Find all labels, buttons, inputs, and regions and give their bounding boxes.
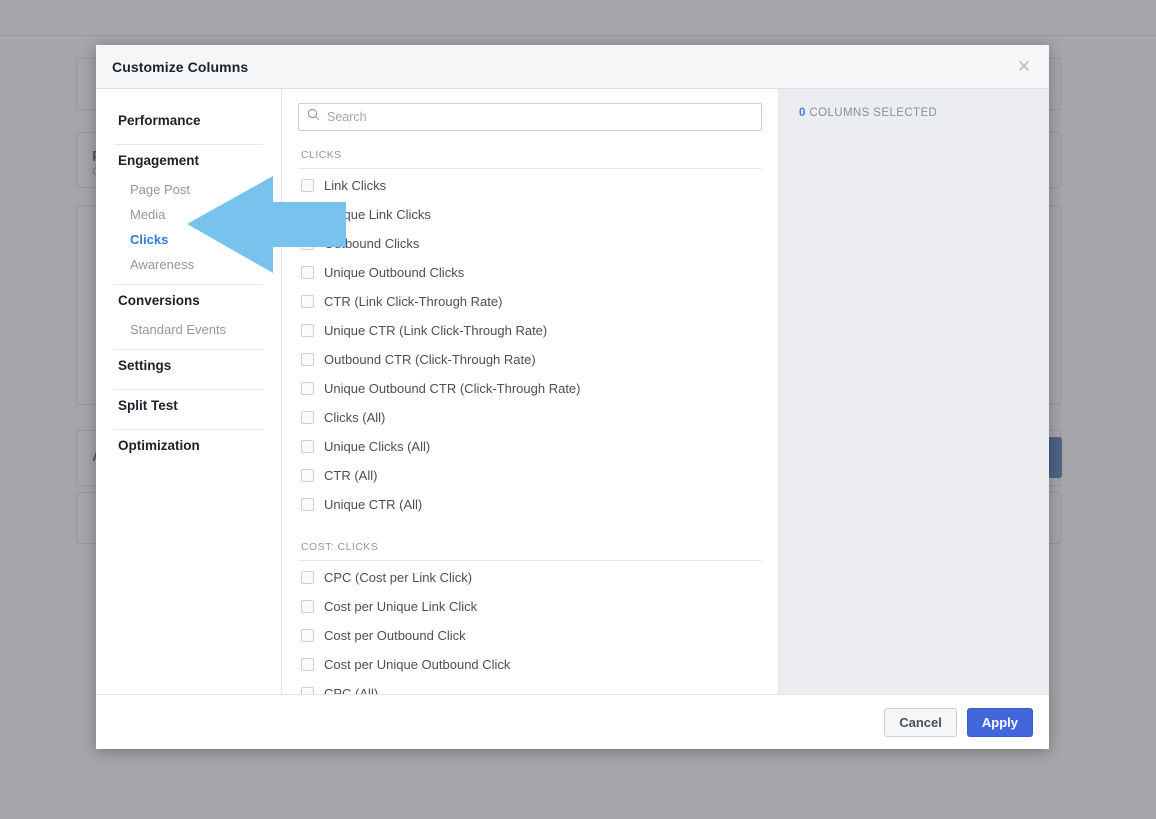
sidebar-group-settings: Settings [96, 350, 281, 382]
option-label: CPC (All) [324, 686, 379, 694]
checkbox-icon[interactable] [301, 324, 314, 337]
checkbox-icon[interactable] [301, 687, 314, 694]
sidebar-item-media[interactable]: Media [114, 202, 263, 227]
checkbox-icon[interactable] [301, 295, 314, 308]
sidebar-item-performance[interactable]: Performance [114, 105, 263, 137]
apply-button[interactable]: Apply [966, 707, 1033, 737]
option-row[interactable]: Unique CTR (Link Click-Through Rate) [298, 316, 762, 345]
selected-count-text: COLUMNS SELECTED [809, 107, 938, 119]
option-label: CTR (All) [324, 468, 378, 483]
option-label: Unique CTR (All) [324, 497, 423, 512]
option-label: Cost per Unique Outbound Click [324, 657, 511, 672]
sidebar-item-settings[interactable]: Settings [114, 350, 263, 382]
dialog-title: Customize Columns [112, 58, 249, 75]
checkbox-icon[interactable] [301, 208, 314, 221]
checkbox-icon[interactable] [301, 571, 314, 584]
checkbox-icon[interactable] [301, 658, 314, 671]
selected-count-number: 0 [799, 107, 806, 119]
checkbox-icon[interactable] [301, 600, 314, 613]
checkbox-icon[interactable] [301, 469, 314, 482]
option-row[interactable]: Cost per Unique Link Click [298, 592, 762, 621]
checkbox-icon[interactable] [301, 411, 314, 424]
option-list[interactable]: CLICKS Link Clicks Unique Link Clicks Ou… [282, 143, 778, 694]
category-sidebar: Performance Engagement Page Post Media C… [96, 89, 282, 694]
sidebar-group-conversions: Conversions Standard Events [96, 285, 281, 342]
selected-count-label: 0 COLUMNS SELECTED [799, 107, 1049, 119]
sidebar-item-clicks[interactable]: Clicks [114, 227, 263, 252]
option-row[interactable]: CPC (All) [298, 679, 762, 694]
option-row[interactable]: Link Clicks [298, 171, 762, 200]
option-label: Unique Outbound Clicks [324, 265, 465, 280]
option-row[interactable]: Unique Outbound CTR (Click-Through Rate) [298, 374, 762, 403]
option-label: Cost per Unique Link Click [324, 599, 478, 614]
customize-columns-dialog: Customize Columns ✕ Performance Engageme… [96, 45, 1049, 749]
sidebar-item-engagement[interactable]: Engagement [114, 145, 263, 177]
option-row[interactable]: Unique Clicks (All) [298, 432, 762, 461]
sidebar-item-awareness[interactable]: Awareness [114, 252, 263, 277]
option-label: Outbound Clicks [324, 236, 420, 251]
option-row[interactable]: CTR (All) [298, 461, 762, 490]
checkbox-icon[interactable] [301, 266, 314, 279]
option-row[interactable]: Clicks (All) [298, 403, 762, 432]
dialog-header: Customize Columns ✕ [96, 45, 1049, 89]
option-row[interactable]: Unique Outbound Clicks [298, 258, 762, 287]
option-row[interactable]: Unique CTR (All) [298, 490, 762, 519]
option-label: Unique Clicks (All) [324, 439, 431, 454]
checkbox-icon[interactable] [301, 498, 314, 511]
section-header-clicks: CLICKS [298, 143, 762, 169]
selected-columns-panel: 0 COLUMNS SELECTED [779, 89, 1049, 694]
sidebar-item-page-post[interactable]: Page Post [114, 177, 263, 202]
cancel-button[interactable]: Cancel [884, 707, 957, 737]
option-label: CPC (Cost per Link Click) [324, 570, 473, 585]
option-label: Link Clicks [324, 178, 387, 193]
column-list-panel: CLICKS Link Clicks Unique Link Clicks Ou… [282, 89, 779, 694]
search-box[interactable] [298, 103, 762, 131]
sidebar-group-engagement: Engagement Page Post Media Clicks Awaren… [96, 145, 281, 277]
checkbox-icon[interactable] [301, 629, 314, 642]
sidebar-group-split-test: Split Test [96, 390, 281, 422]
option-label: Outbound CTR (Click-Through Rate) [324, 352, 536, 367]
option-row[interactable]: CPC (Cost per Link Click) [298, 563, 762, 592]
search-input[interactable] [327, 110, 753, 124]
dialog-body: Performance Engagement Page Post Media C… [96, 89, 1049, 694]
dialog-footer: Cancel Apply [96, 694, 1049, 749]
sidebar-item-standard-events[interactable]: Standard Events [114, 317, 263, 342]
checkbox-icon[interactable] [301, 382, 314, 395]
sidebar-group-performance: Performance [96, 105, 281, 137]
option-row[interactable]: Cost per Unique Outbound Click [298, 650, 762, 679]
sidebar-item-conversions[interactable]: Conversions [114, 285, 263, 317]
sidebar-item-split-test[interactable]: Split Test [114, 390, 263, 422]
option-label: Unique Link Clicks [324, 207, 431, 222]
option-row[interactable]: Unique Link Clicks [298, 200, 762, 229]
checkbox-icon[interactable] [301, 179, 314, 192]
option-row[interactable]: Cost per Outbound Click [298, 621, 762, 650]
option-row[interactable]: Outbound CTR (Click-Through Rate) [298, 345, 762, 374]
search-icon [307, 108, 320, 126]
option-label: CTR (Link Click-Through Rate) [324, 294, 503, 309]
checkbox-icon[interactable] [301, 237, 314, 250]
option-label: Cost per Outbound Click [324, 628, 466, 643]
close-icon[interactable]: ✕ [1013, 56, 1035, 78]
option-label: Clicks (All) [324, 410, 386, 425]
option-row[interactable]: Outbound Clicks [298, 229, 762, 258]
section-header-cost-clicks: COST: CLICKS [298, 535, 762, 561]
option-label: Unique CTR (Link Click-Through Rate) [324, 323, 548, 338]
option-label: Unique Outbound CTR (Click-Through Rate) [324, 381, 581, 396]
sidebar-group-optimization: Optimization [96, 430, 281, 462]
search-container [282, 89, 778, 143]
option-row[interactable]: CTR (Link Click-Through Rate) [298, 287, 762, 316]
checkbox-icon[interactable] [301, 353, 314, 366]
checkbox-icon[interactable] [301, 440, 314, 453]
sidebar-item-optimization[interactable]: Optimization [114, 430, 263, 462]
